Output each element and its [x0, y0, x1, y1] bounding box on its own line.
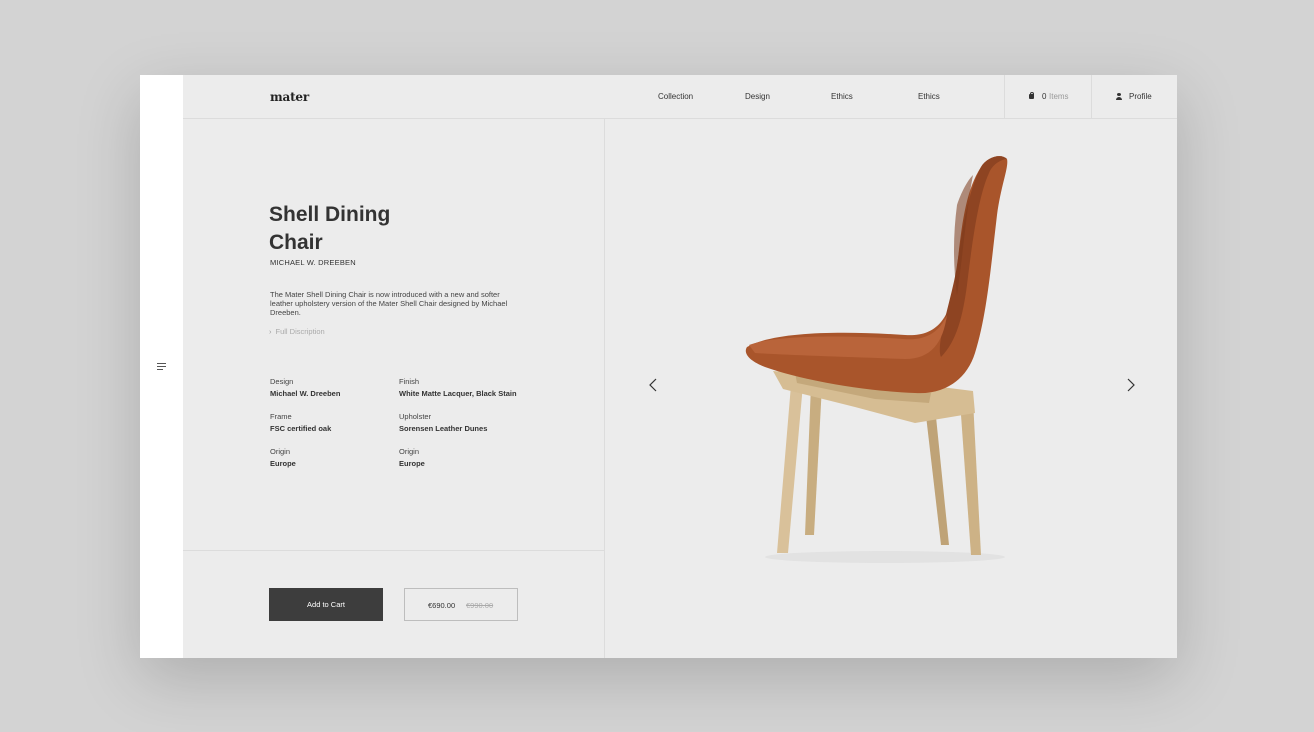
original-price: €990.00: [466, 601, 494, 610]
full-description-label: Full Discription: [275, 327, 325, 336]
spec-label: Design: [270, 377, 294, 386]
price-box: €690.00 €990.00: [404, 588, 518, 621]
top-navigation: mater Collection Design Ethics Ethics 0 …: [183, 75, 1177, 119]
spec-upholster: Upholster Sorensen Leather Dunes: [399, 412, 487, 433]
chevron-right-icon[interactable]: [1123, 377, 1137, 393]
spec-label: Origin: [399, 447, 420, 456]
chevron-right-icon: ›: [269, 327, 272, 336]
spec-origin-2: Origin Europe: [399, 447, 425, 468]
spec-label: Upholster: [399, 412, 432, 421]
app-window: mater Collection Design Ethics Ethics 0 …: [140, 75, 1177, 658]
spec-value: Michael W. Dreeben: [270, 389, 341, 398]
user-icon: [1116, 93, 1122, 100]
spec-label: Origin: [270, 447, 291, 456]
hamburger-menu-icon[interactable]: [157, 363, 167, 371]
shopping-bag-icon: [1029, 92, 1034, 99]
spec-value: White Matte Lacquer, Black Stain: [399, 389, 517, 398]
spec-frame: Frame FSC certified oak: [270, 412, 331, 433]
spec-origin: Origin Europe: [270, 447, 296, 468]
add-to-cart-button[interactable]: Add to Cart: [269, 588, 383, 621]
spec-value: Europe: [270, 459, 296, 468]
product-image-panel: [605, 119, 1177, 658]
product-title-line-1: Shell Dining: [269, 203, 391, 226]
nav-design[interactable]: Design: [745, 92, 770, 101]
spec-finish: Finish White Matte Lacquer, Black Stain: [399, 377, 517, 398]
brand-logo[interactable]: mater: [270, 90, 309, 104]
spec-label: Frame: [270, 412, 292, 421]
cart-items-label: Items: [1049, 92, 1069, 101]
spec-value: Sorensen Leather Dunes: [399, 424, 488, 433]
spec-value: Europe: [399, 459, 425, 468]
product-title: Shell Dining Chair: [269, 201, 449, 257]
spec-value: FSC certified oak: [270, 424, 332, 433]
chevron-left-icon[interactable]: [647, 377, 661, 393]
product-title-line-2: Chair: [269, 231, 323, 254]
nav-ethics-2[interactable]: Ethics: [918, 92, 940, 101]
profile-label: Profile: [1129, 92, 1152, 101]
cart-count: 0: [1042, 92, 1047, 101]
spec-design: Design Michael W. Dreeben: [270, 377, 340, 398]
spec-label: Finish: [399, 377, 420, 386]
chair-image: [745, 156, 1008, 563]
nav-ethics[interactable]: Ethics: [831, 92, 853, 101]
side-rail: [140, 75, 183, 658]
product-description: The Mater Shell Dining Chair is now intr…: [270, 290, 508, 317]
cart-button[interactable]: 0 Items: [1004, 75, 1092, 118]
product-designer: MICHAEL W. DREEBEN: [270, 258, 356, 267]
divider: [183, 550, 604, 551]
nav-collection[interactable]: Collection: [658, 92, 693, 101]
product-details-panel: Shell Dining Chair MICHAEL W. DREEBEN Th…: [183, 119, 605, 658]
full-description-link[interactable]: › Full Discription: [269, 327, 325, 336]
current-price: €690.00: [428, 601, 456, 610]
